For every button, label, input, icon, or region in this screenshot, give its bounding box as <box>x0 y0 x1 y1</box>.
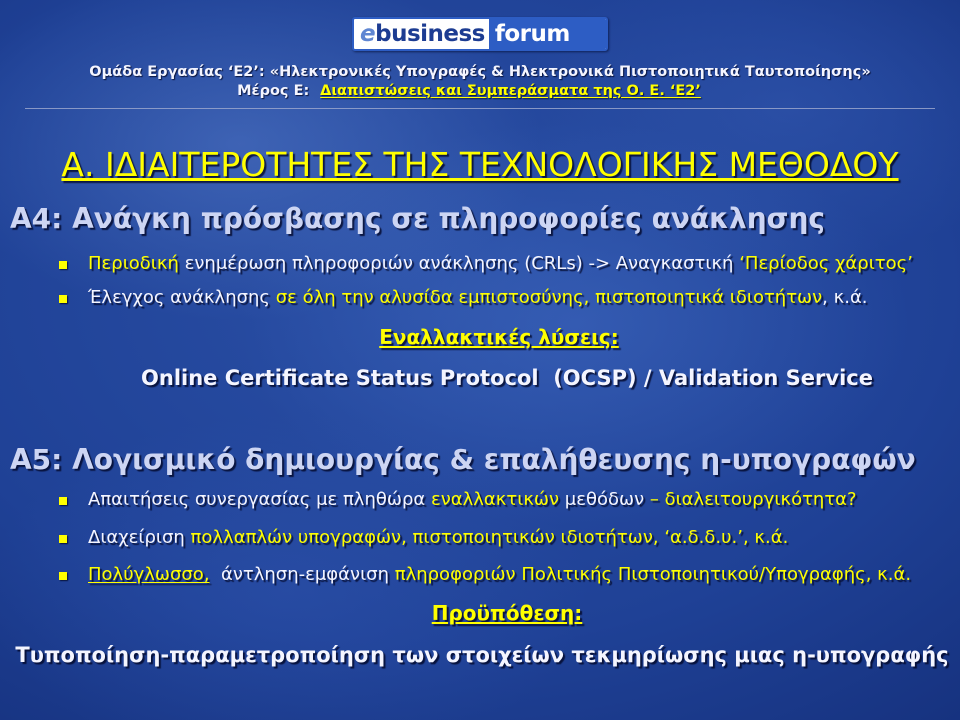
bullet-text: Απαιτήσεις συνεργασίας με πληθώρα εναλλα… <box>88 489 952 511</box>
bullet-segment: Πολύγλωσσο, <box>88 564 210 585</box>
bullet-segment: πληροφοριών Πολιτικής Πιστοποιητικού/Υπο… <box>394 564 912 585</box>
prerequisite-label: Προϋπόθεση: <box>431 601 583 625</box>
bullet-segment: Διαχείριση <box>88 527 191 548</box>
bullet-segment: σε όλη την αλυσίδα εμπιστοσύνης, πιστοπο… <box>275 287 823 308</box>
bullet-segment: εναλλακτικών <box>430 489 560 510</box>
section-a4-heading: Α4: Ανάγκη πρόσβασης σε πληροφορίες ανάκ… <box>10 202 825 235</box>
bullet-text: Διαχείριση πολλαπλών υπογραφών, πιστοποι… <box>88 527 952 549</box>
working-group-title: Ομάδα Εργασίας ‘Ε2’: «Ηλεκτρονικές Υπογρ… <box>89 64 871 80</box>
bullet-text: Πολύγλωσσο, άντληση-εμφάνιση πληροφοριών… <box>88 564 952 586</box>
header-divider <box>25 108 935 109</box>
ebusinessforum-logo: e business forum <box>352 17 608 51</box>
list-item: Έλεγχος ανάκλησης σε όλη την αλυσίδα εμπ… <box>59 287 952 309</box>
part-subtitle: Μέρος Ε: Διαπιστώσεις και Συμπεράσματα τη… <box>0 83 938 100</box>
bullet-segment: – διαλειτουργικότητα? <box>649 489 857 510</box>
bullet-square-icon <box>59 295 67 303</box>
section-a5-heading: Α5: Λογισμικό δημιουργίας & επαλήθευσης … <box>10 443 916 476</box>
bullet-square-icon <box>59 497 67 505</box>
list-item: Πολύγλωσσο, άντληση-εμφάνιση πληροφοριών… <box>59 564 952 586</box>
bullet-text: Έλεγχος ανάκλησης σε όλη την αλυσίδα εμπ… <box>88 287 952 309</box>
bullet-text: Περιοδική ενημέρωση πληροφοριών ανάκληση… <box>88 253 952 275</box>
list-item: Διαχείριση πολλαπλών υπογραφών, πιστοποι… <box>59 527 952 549</box>
part-title: Διαπιστώσεις και Συμπεράσματα της Ο. Ε. … <box>320 83 701 99</box>
list-item: Απαιτήσεις συνεργασίας με πληθώρα εναλλα… <box>59 489 952 511</box>
bullet-segment: ενημέρωση πληροφοριών ανάκλησης (CRLs) -… <box>178 253 740 274</box>
alternatives-label: Εναλλακτικές λύσεις: <box>379 325 619 349</box>
bullet-segment: Απαιτήσεις συνεργασίας με πληθώρα <box>88 489 431 510</box>
part-label: Μέρος Ε: <box>237 83 310 99</box>
bullet-segment: μεθόδων <box>559 489 650 510</box>
bullet-square-icon <box>59 572 67 580</box>
list-item: Περιοδική ενημέρωση πληροφοριών ανάκληση… <box>59 253 952 275</box>
logo-text-forum: forum <box>488 19 606 49</box>
bullet-square-icon <box>59 261 67 269</box>
logo-text-business: business <box>375 21 485 47</box>
bullet-segment: ‘Περίοδος χάριτος’ <box>739 253 913 274</box>
alternatives-value: Online Certificate Status Protocol (OCSP… <box>141 366 873 390</box>
bullet-square-icon <box>59 535 67 543</box>
bullet-segment: Περιοδική <box>88 253 179 274</box>
bullet-segment: , κ.ά. <box>822 287 868 308</box>
bullet-segment: Έλεγχος ανάκλησης <box>88 287 276 308</box>
logo-text-e: e <box>360 21 376 47</box>
bullet-segment: πολλαπλών υπογραφών, πιστοποιητικών ιδιο… <box>190 527 789 548</box>
slide-title: Α. ΙΔΙΑΙΤΕΡΟΤΗΤΕΣ ΤΗΣ ΤΕΧΝΟΛΟΓΙΚΗΣ ΜΕΘΟΔ… <box>61 145 899 184</box>
presentation-slide: e business forum Ομάδα Εργασίας ‘Ε2’: «Ηλε… <box>0 0 960 720</box>
bullet-segment: άντληση-εμφάνιση <box>209 564 395 585</box>
prerequisite-value: Τυποποίηση-παραμετροποίηση των στοιχείων… <box>15 643 949 667</box>
